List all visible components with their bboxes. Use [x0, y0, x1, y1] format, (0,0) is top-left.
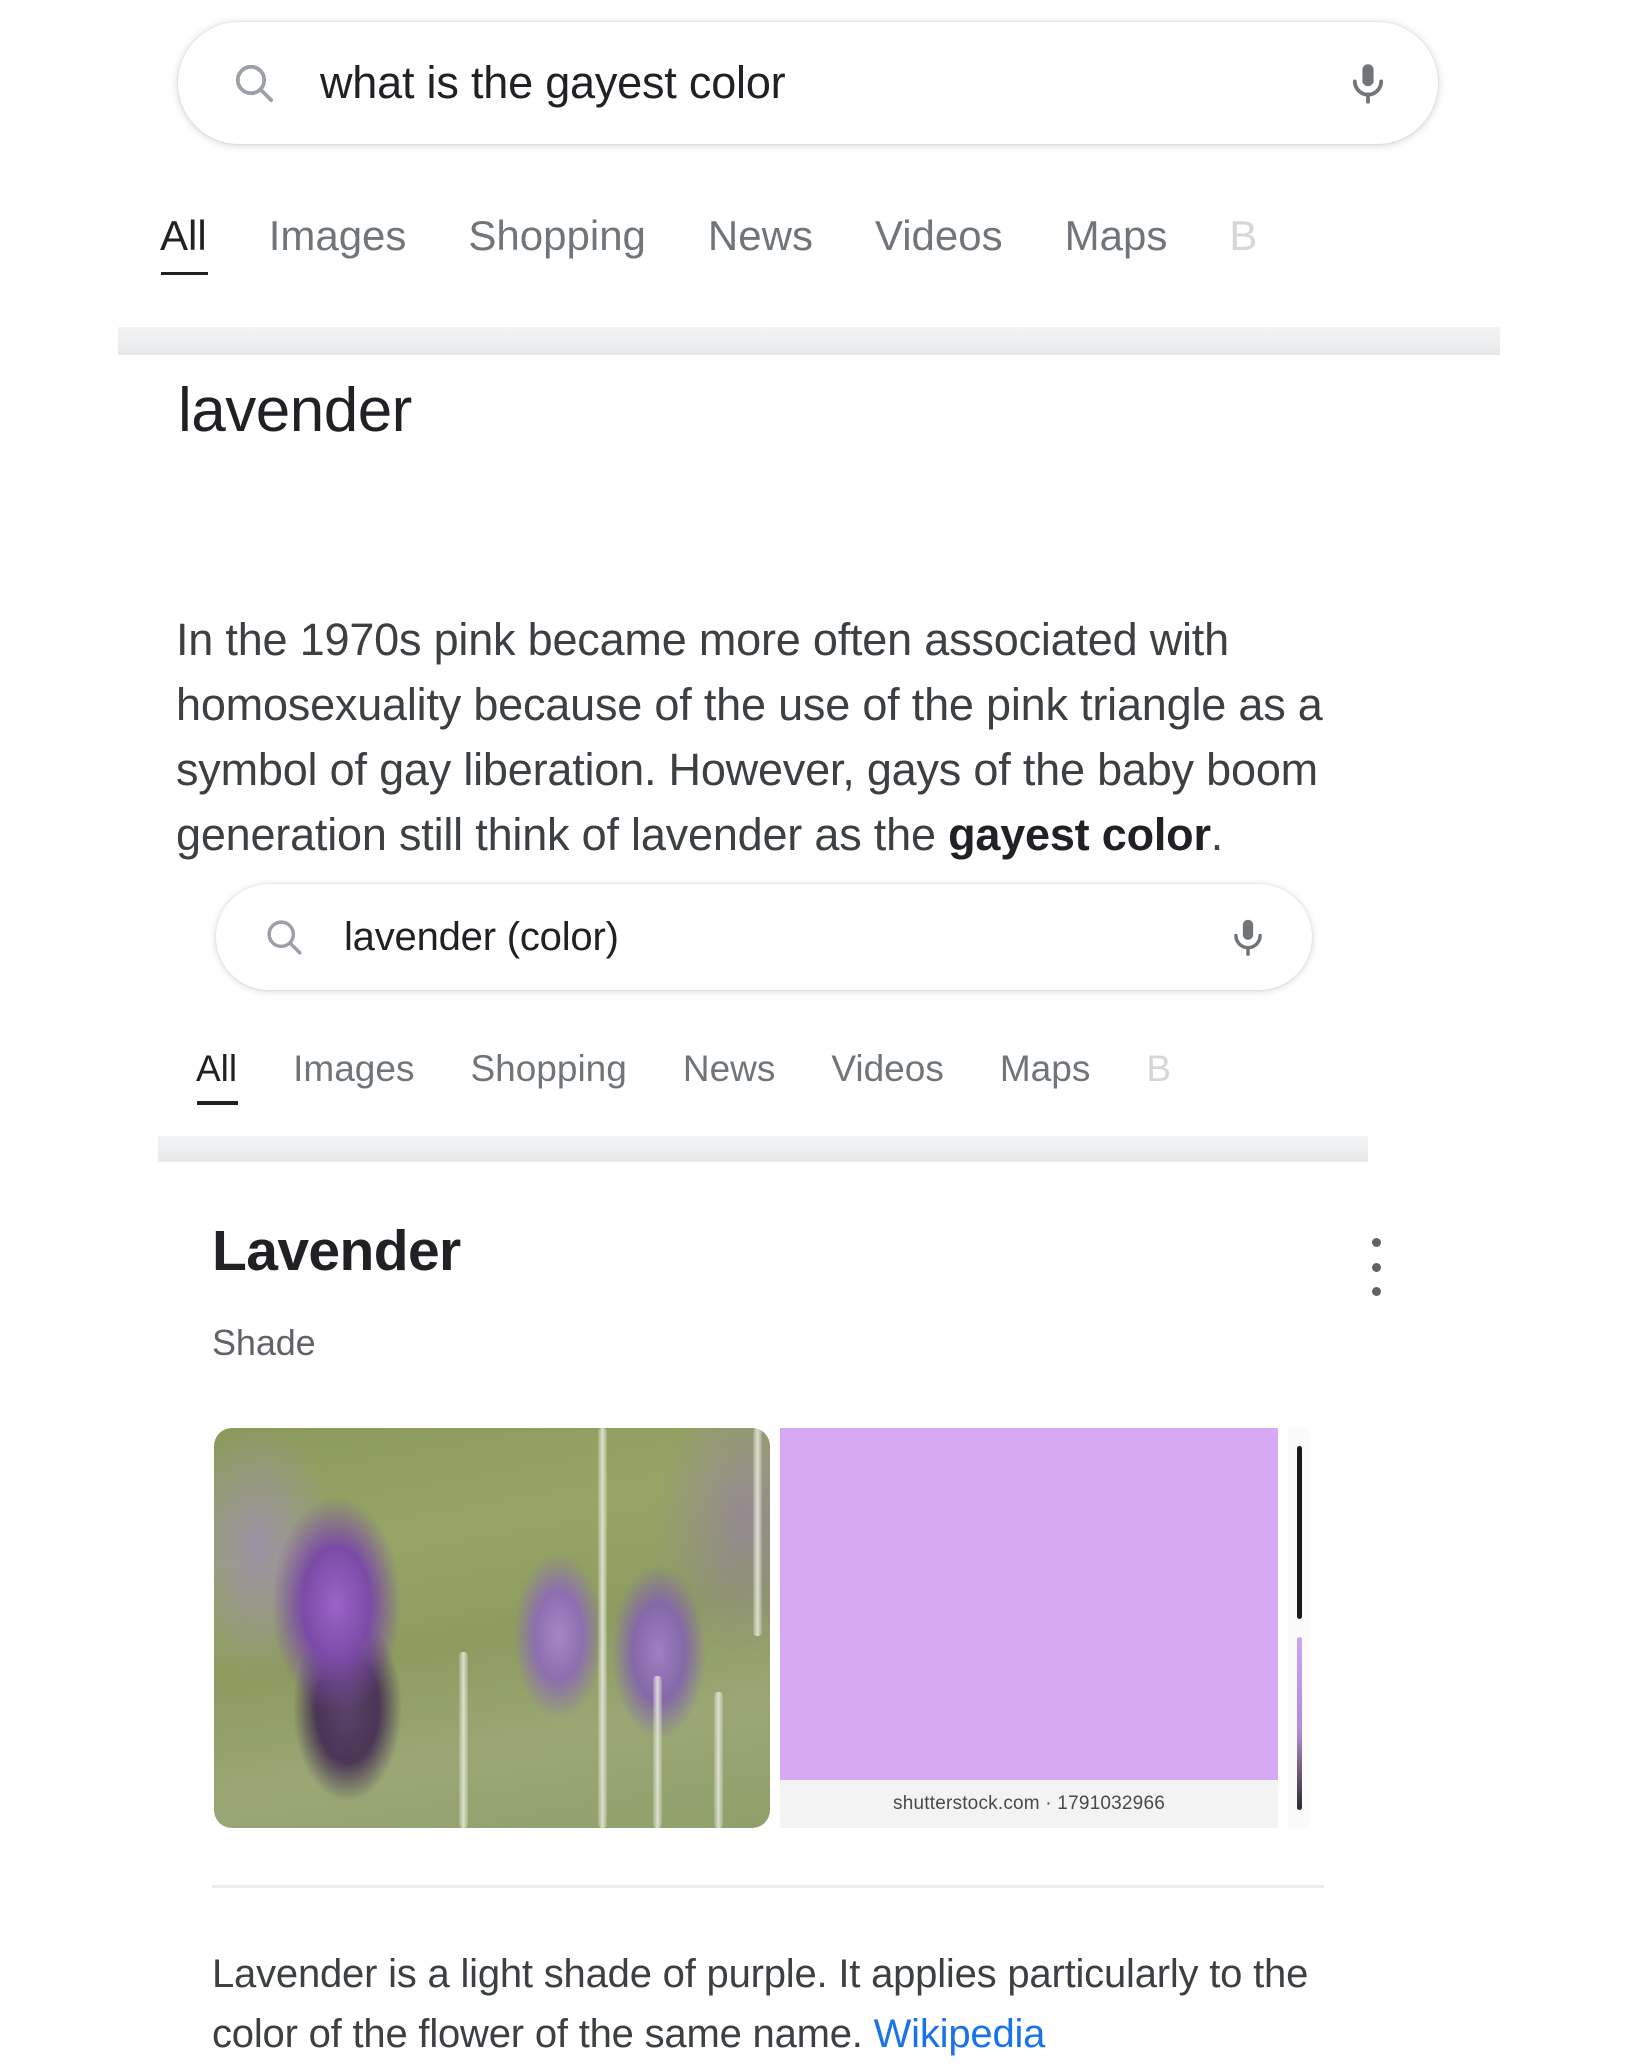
knowledge-panel-media-strip[interactable]: shutterstock.com · 1791032966	[214, 1428, 1374, 1828]
inner-tab-books[interactable]: B	[1146, 1050, 1171, 1105]
inner-tab-images[interactable]: Images	[293, 1050, 414, 1105]
outer-tab-maps[interactable]: Maps	[1065, 215, 1168, 275]
more-options-icon[interactable]	[1348, 1234, 1404, 1300]
next-image-preview[interactable]	[1288, 1428, 1310, 1828]
outer-tab-videos[interactable]: Videos	[875, 215, 1003, 275]
description-text: Lavender is a light shade of purple. It …	[212, 1952, 1309, 2056]
image-credit-label: shutterstock.com · 1791032966	[780, 1780, 1278, 1828]
inner-tab-news[interactable]: News	[683, 1050, 776, 1105]
outer-section-separator	[118, 327, 1500, 355]
featured-snippet-paragraph: In the 1970s pink became more often asso…	[176, 607, 1416, 867]
inner-search-input[interactable]: lavender (color)	[344, 915, 1226, 960]
inner-tab-videos[interactable]: Videos	[831, 1050, 943, 1105]
outer-tab-all[interactable]: All	[160, 215, 208, 275]
inner-section-separator	[158, 1136, 1368, 1162]
outer-search-bar[interactable]: what is the gayest color	[178, 22, 1438, 144]
wikipedia-source-link[interactable]: Wikipedia	[874, 2012, 1046, 2056]
microphone-icon[interactable]	[1344, 59, 1392, 107]
lavender-color-swatch-tile[interactable]: shutterstock.com · 1791032966	[780, 1428, 1278, 1828]
menu-dot	[1371, 1262, 1381, 1272]
knowledge-panel-description: Lavender is a light shade of purple. It …	[212, 1944, 1392, 2064]
preview-line	[1296, 1637, 1302, 1810]
lavender-color-swatch	[780, 1428, 1278, 1780]
knowledge-panel-divider	[212, 1885, 1324, 1888]
snippet-text-tail: .	[1210, 809, 1224, 860]
inner-tab-all[interactable]: All	[196, 1050, 239, 1105]
preview-line	[1296, 1446, 1302, 1619]
outer-answer-heading: lavender	[178, 376, 412, 445]
outer-tab-shopping[interactable]: Shopping	[468, 215, 646, 275]
outer-tab-news[interactable]: News	[708, 215, 813, 275]
snippet-bold-term: gayest color	[948, 809, 1211, 860]
outer-tab-images[interactable]: Images	[269, 215, 407, 275]
inner-tab-maps[interactable]: Maps	[1000, 1050, 1090, 1105]
inner-search-bar[interactable]: lavender (color)	[216, 884, 1312, 990]
microphone-icon[interactable]	[1226, 915, 1270, 959]
lavender-flower-photo[interactable]	[214, 1428, 770, 1828]
outer-search-input[interactable]: what is the gayest color	[320, 57, 1344, 109]
knowledge-panel-title: Lavender	[212, 1219, 461, 1283]
outer-tab-books[interactable]: B	[1229, 215, 1257, 275]
menu-dot	[1371, 1287, 1381, 1296]
inner-tab-nav[interactable]: All Images Shopping News Videos Maps B	[196, 1043, 1371, 1105]
search-icon	[262, 915, 306, 959]
menu-dot	[1371, 1238, 1381, 1247]
outer-tab-nav[interactable]: All Images Shopping News Videos Maps B	[160, 205, 1500, 275]
knowledge-panel-subtitle: Shade	[212, 1322, 316, 1363]
inner-tab-shopping[interactable]: Shopping	[470, 1050, 626, 1105]
search-icon	[230, 59, 278, 107]
